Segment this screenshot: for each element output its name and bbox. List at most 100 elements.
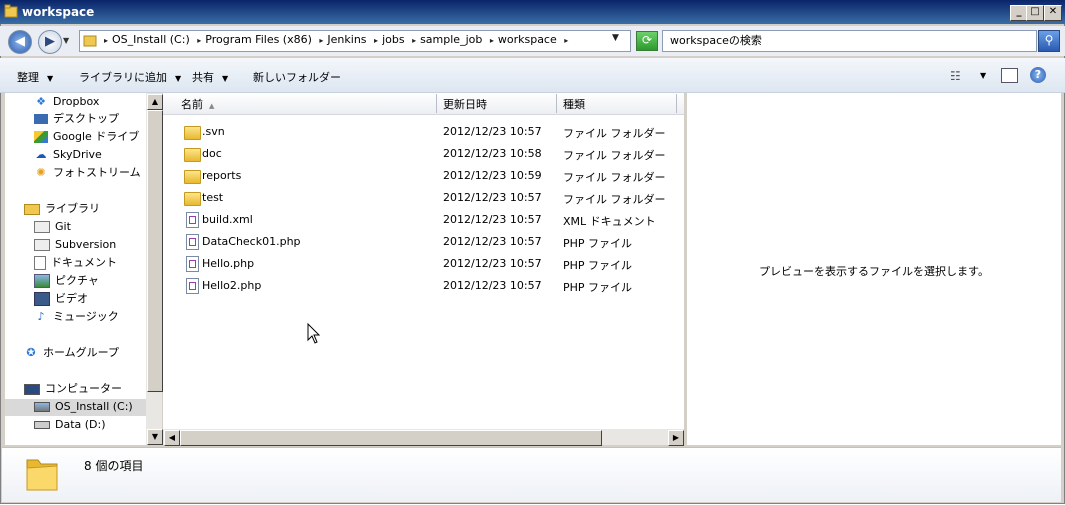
table-row[interactable]: DataCheck01.php 2012/12/23 10:57 PHP ファイル (163, 231, 684, 253)
file-type: PHP ファイル (563, 281, 633, 294)
preview-pane-icon[interactable] (1001, 68, 1018, 83)
file-name: build.xml (202, 213, 253, 226)
column-divider[interactable] (556, 94, 557, 113)
breadcrumb-item[interactable]: Program Files (x86) (205, 33, 312, 46)
share-button[interactable]: 共有 ▼ (192, 69, 228, 85)
search-input[interactable] (670, 33, 1020, 46)
file-modified: 2012/12/23 10:57 (443, 235, 542, 248)
nav-item-photostream[interactable]: ✺ フォトストリーム (34, 165, 140, 181)
folder-icon (26, 459, 58, 491)
nav-item-libraries[interactable]: ライブラリ (24, 201, 100, 217)
column-header-name[interactable]: 名前 ▲ (181, 96, 214, 112)
nav-item-computer[interactable]: コンピューター (24, 381, 122, 397)
file-name: doc (202, 147, 222, 160)
column-divider[interactable] (436, 94, 437, 113)
refresh-button[interactable]: ⟳ (636, 31, 658, 51)
view-options-dropdown[interactable]: ▼ (980, 71, 986, 80)
mouse-cursor-icon (307, 323, 321, 344)
horizontal-scroll-thumb[interactable] (180, 430, 602, 446)
details-pane (2, 447, 1061, 502)
nav-item-dropbox[interactable]: ❖ Dropbox (34, 94, 99, 110)
nav-item-subversion[interactable]: Subversion (34, 237, 116, 253)
table-row[interactable]: doc 2012/12/23 10:58 ファイル フォルダー (163, 143, 684, 165)
help-icon[interactable]: ? (1030, 67, 1046, 83)
file-icon (186, 278, 199, 294)
scroll-down-button[interactable]: ▼ (147, 429, 163, 445)
breadcrumb-separator[interactable]: ▸ (412, 36, 416, 45)
column-header-type[interactable]: 種類 (563, 96, 585, 112)
breadcrumb-separator[interactable]: ▸ (374, 36, 378, 45)
nav-item-pictures[interactable]: ピクチャ (34, 273, 99, 289)
breadcrumb-item[interactable]: jobs (382, 33, 405, 46)
file-type: PHP ファイル (563, 259, 633, 272)
forward-button[interactable]: ▶ (38, 30, 62, 54)
nav-item-desktop[interactable]: デスクトップ (34, 111, 119, 127)
breadcrumb-separator[interactable]: ▸ (319, 36, 323, 45)
table-row[interactable]: Hello.php 2012/12/23 10:57 PHP ファイル (163, 253, 684, 275)
nav-item-google-drive[interactable]: Google ドライブ (34, 129, 139, 145)
table-row[interactable]: reports 2012/12/23 10:59 ファイル フォルダー (163, 165, 684, 187)
scroll-up-button[interactable]: ▲ (147, 94, 163, 110)
table-row[interactable]: .svn 2012/12/23 10:57 ファイル フォルダー (163, 121, 684, 143)
file-modified: 2012/12/23 10:57 (443, 213, 542, 226)
breadcrumb-item[interactable]: sample_job (420, 33, 482, 46)
nav-item-drive-d[interactable]: Data (D:) (34, 417, 106, 433)
address-history-dropdown[interactable]: ▼ (612, 33, 619, 43)
music-icon: ♪ (37, 310, 45, 323)
nav-item-documents[interactable]: ドキュメント (34, 255, 117, 271)
nav-item-drive-c[interactable]: OS_Install (C:) (34, 399, 133, 415)
file-modified: 2012/12/23 10:59 (443, 169, 542, 182)
chevron-down-icon: ▼ (47, 74, 54, 83)
breadcrumb-item[interactable]: workspace (498, 33, 557, 46)
nav-item-git[interactable]: Git (34, 219, 71, 235)
new-folder-button[interactable]: 新しいフォルダー (253, 69, 341, 85)
breadcrumb-separator[interactable]: ▸ (197, 36, 201, 45)
column-header-modified[interactable]: 更新日時 (443, 96, 487, 112)
nav-scroll-thumb[interactable] (147, 110, 163, 392)
view-list-icon[interactable]: ☷ (950, 69, 961, 83)
title-bar[interactable] (0, 0, 1065, 24)
table-row[interactable]: test 2012/12/23 10:57 ファイル フォルダー (163, 187, 684, 209)
file-icon (186, 212, 199, 228)
item-count: 8 個の項目 (84, 459, 144, 473)
breadcrumb-separator[interactable]: ▸ (104, 36, 108, 45)
add-to-library-button[interactable]: ライブラリに追加 ▼ (79, 69, 181, 85)
scroll-left-button[interactable]: ◀ (164, 430, 180, 446)
picture-icon (34, 274, 50, 288)
table-row[interactable]: Hello2.php 2012/12/23 10:57 PHP ファイル (163, 275, 684, 297)
file-name: .svn (202, 125, 225, 138)
nav-item-music[interactable]: ♪ ミュージック (34, 309, 118, 325)
file-name: test (202, 191, 224, 204)
organize-button[interactable]: 整理 ▼ (17, 69, 53, 85)
column-divider[interactable] (676, 94, 677, 113)
file-type: ファイル フォルダー (563, 149, 666, 162)
maximize-button[interactable]: □ (1026, 5, 1044, 21)
file-icon (186, 256, 199, 272)
nav-item-videos[interactable]: ビデオ (34, 291, 88, 307)
search-icon[interactable]: ⚲ (1038, 30, 1060, 52)
breadcrumb-separator[interactable]: ▸ (564, 36, 568, 45)
computer-icon (24, 383, 40, 395)
sort-ascending-icon: ▲ (209, 102, 215, 110)
scroll-right-button[interactable]: ▶ (668, 430, 684, 446)
breadcrumb-item[interactable]: Jenkins (327, 33, 366, 46)
nav-item-skydrive[interactable]: ☁ SkyDrive (34, 147, 102, 163)
skydrive-icon: ☁ (35, 148, 47, 161)
breadcrumb-item[interactable]: OS_Install (C:) (112, 33, 190, 46)
file-name: Hello.php (202, 257, 255, 270)
file-name: DataCheck01.php (202, 235, 301, 248)
homegroup-icon: ✪ (26, 346, 36, 359)
file-type: ファイル フォルダー (563, 171, 666, 184)
folder-icon (184, 126, 201, 140)
folder-icon (4, 4, 18, 18)
back-button[interactable]: ◀ (8, 30, 32, 54)
table-row[interactable]: build.xml 2012/12/23 10:57 XML ドキュメント (163, 209, 684, 231)
desktop-icon (34, 114, 48, 124)
folder-icon (184, 192, 201, 206)
file-modified: 2012/12/23 10:58 (443, 147, 542, 160)
nav-item-homegroup[interactable]: ✪ ホームグループ (24, 345, 119, 361)
close-button[interactable]: ✕ (1044, 5, 1062, 21)
recent-pages-dropdown[interactable]: ▼ (63, 36, 69, 45)
breadcrumb-separator[interactable]: ▸ (490, 36, 494, 45)
breadcrumb[interactable]: ▸ OS_Install (C:) ▸ Program Files (x86) ▸ J… (100, 33, 572, 46)
